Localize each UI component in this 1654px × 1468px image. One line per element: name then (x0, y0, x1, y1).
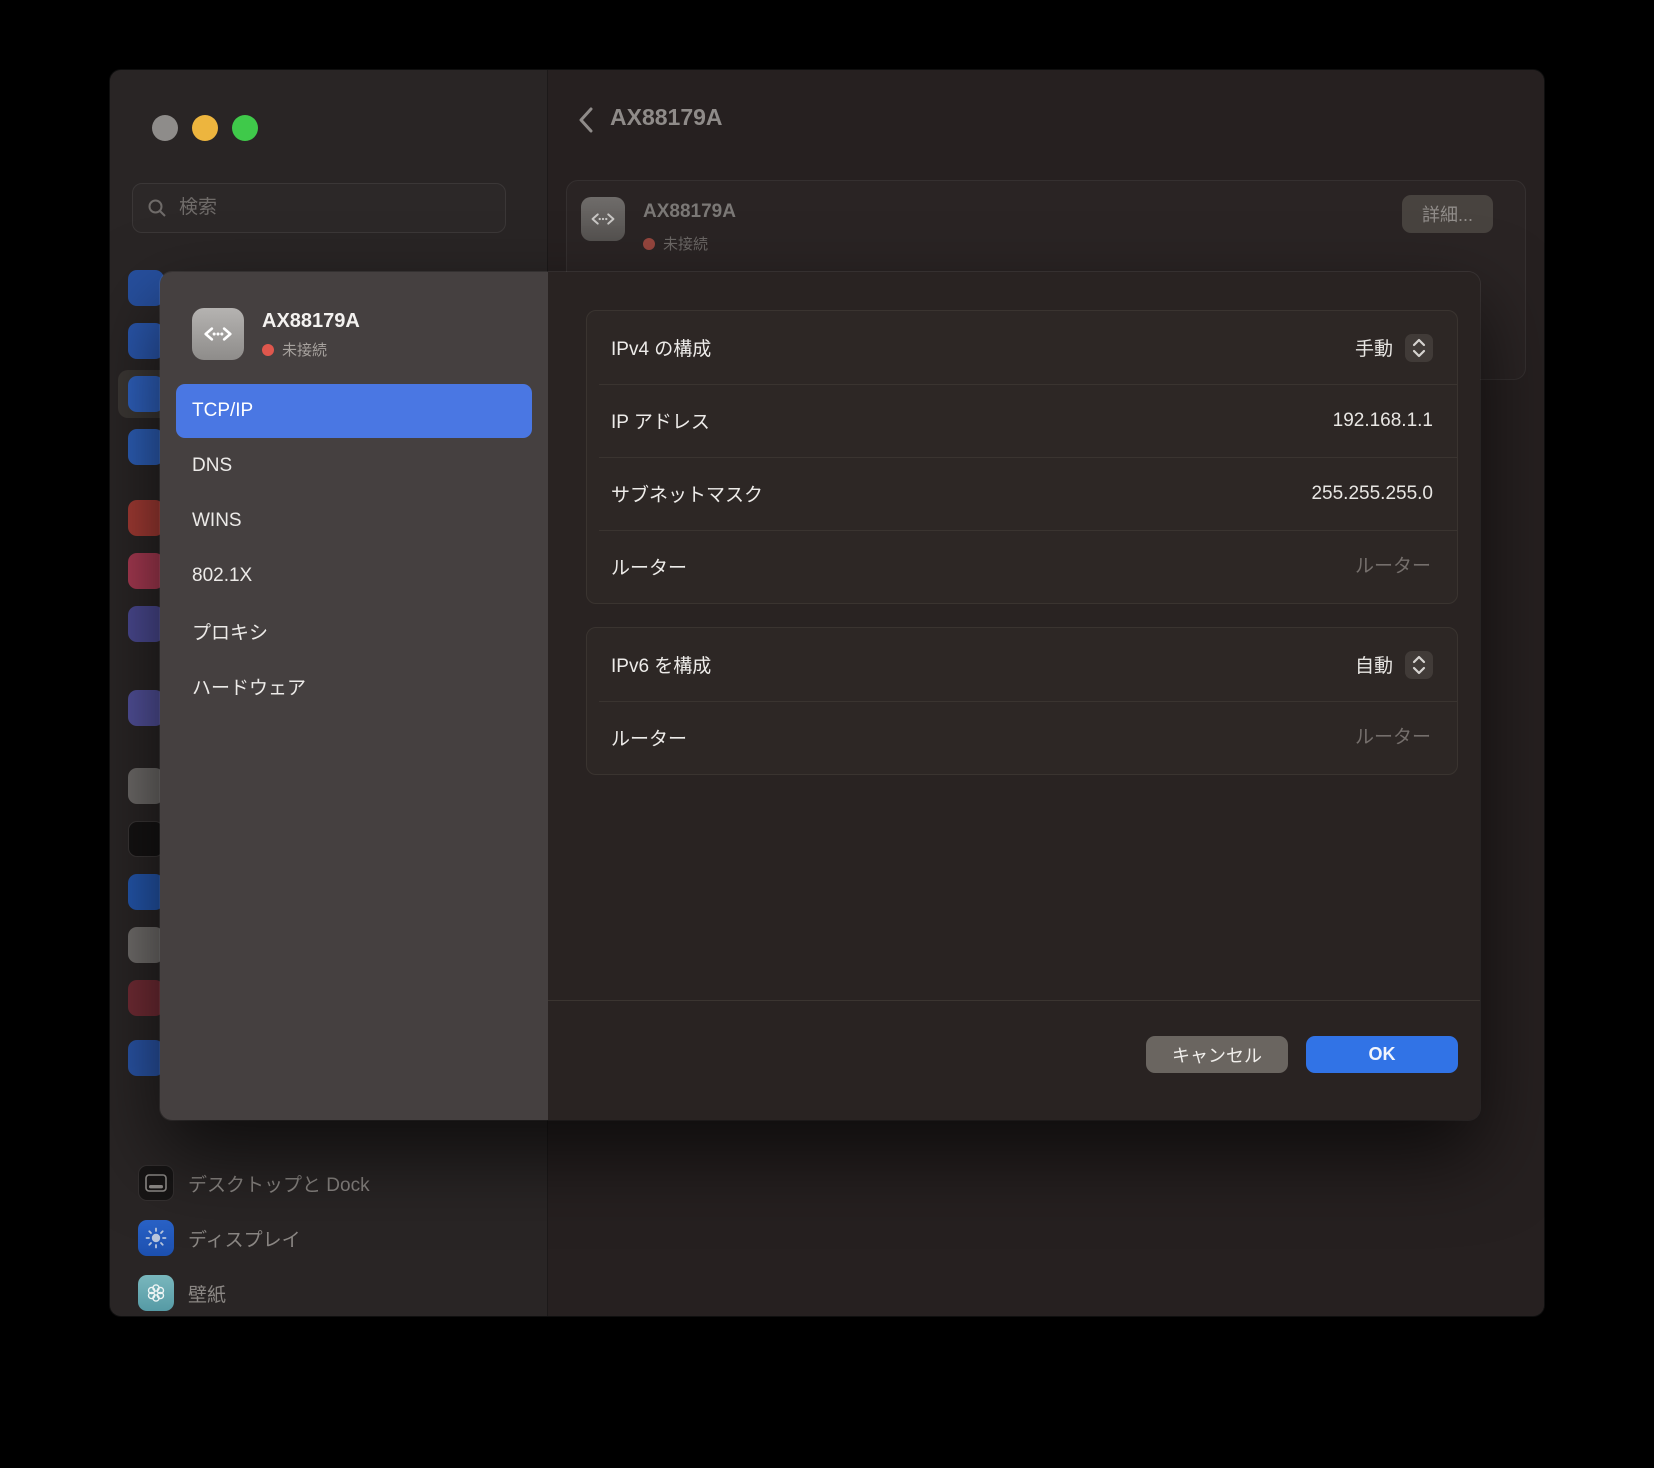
desktop-dock-icon (138, 1165, 174, 1201)
appearance-icon[interactable] (128, 821, 164, 857)
bluetooth-icon[interactable] (128, 323, 164, 359)
sheet-sidebar: AX88179A 未接続 TCP/IP DNS WINS 802.1X プロキシ… (160, 272, 548, 1120)
adapter-status: 未接続 (262, 339, 360, 360)
ipv6-router-row: ルーター (587, 701, 1457, 774)
ipv4-config-stepper[interactable] (1405, 334, 1433, 362)
status-text: 未接続 (663, 233, 708, 254)
sheet-adapter-header: AX88179A 未接続 (192, 308, 360, 360)
footer-divider (548, 1000, 1480, 1001)
ethernet-adapter-icon (581, 197, 625, 241)
page-title: AX88179A (610, 104, 723, 131)
ip-address-value[interactable]: 192.168.1.1 (1333, 410, 1433, 432)
tab-tcpip[interactable]: TCP/IP (176, 384, 532, 438)
screen-time-icon[interactable] (128, 690, 164, 726)
ipv4-config-value[interactable]: 手動 (1355, 334, 1393, 361)
status-text: 未接続 (282, 339, 327, 360)
general-icon[interactable] (128, 768, 164, 804)
vpn-icon[interactable] (128, 429, 164, 465)
sidebar-item-label: ディスプレイ (188, 1225, 301, 1252)
ipv6-config-value[interactable]: 自動 (1355, 651, 1393, 678)
chevron-left-icon (578, 106, 594, 134)
field-label: IPv4 の構成 (611, 334, 1355, 361)
subnet-mask-row: サブネットマスク 255.255.255.0 (587, 457, 1457, 530)
chevron-up-down-icon (1411, 337, 1427, 359)
tab-wins[interactable]: WINS (176, 494, 532, 548)
ok-button[interactable]: OK (1306, 1036, 1458, 1073)
sidebar-item-label: デスクトップと Dock (188, 1170, 370, 1197)
search-input[interactable] (177, 196, 491, 220)
ipv6-router-field[interactable] (1193, 726, 1433, 750)
subnet-mask-value[interactable]: 255.255.255.0 (1311, 483, 1433, 505)
field-label: ルーター (611, 724, 1193, 751)
sidebar-item-display[interactable]: ディスプレイ (138, 1220, 301, 1256)
wifi-icon[interactable] (128, 270, 164, 306)
page-header: AX88179A (548, 70, 1544, 170)
sidebar-item-desktop-dock[interactable]: デスクトップと Dock (138, 1165, 370, 1201)
ipv6-config-row: IPv6 を構成 自動 (587, 628, 1457, 701)
chevron-up-down-icon (1411, 654, 1427, 676)
accessibility-icon[interactable] (128, 874, 164, 910)
sheet-tab-list: TCP/IP DNS WINS 802.1X プロキシ ハードウェア (176, 384, 532, 714)
tab-dns[interactable]: DNS (176, 439, 532, 493)
field-label: サブネットマスク (611, 480, 1311, 507)
tab-proxies[interactable]: プロキシ (176, 604, 532, 658)
sidebar-item-label: 壁紙 (188, 1280, 226, 1307)
ipv6-group: IPv6 を構成 自動 ルーター (586, 627, 1458, 775)
back-button[interactable] (568, 100, 604, 140)
ipv4-group: IPv4 の構成 手動 IP アドレス 192.168.1.1 (586, 310, 1458, 604)
privacy-icon[interactable] (128, 1040, 164, 1076)
search-icon (147, 198, 167, 218)
adapter-status: 未接続 (643, 233, 708, 254)
siri-icon[interactable] (128, 980, 164, 1016)
sheet-footer: キャンセル OK (548, 1036, 1458, 1073)
zoom-button[interactable] (232, 115, 258, 141)
adapter-name: AX88179A (643, 201, 736, 223)
notifications-icon[interactable] (128, 500, 164, 536)
cancel-button[interactable]: キャンセル (1146, 1036, 1288, 1073)
sound-icon[interactable] (128, 553, 164, 589)
ethernet-adapter-icon (192, 308, 244, 360)
ipv4-router-field[interactable] (1193, 555, 1433, 579)
field-label: ルーター (611, 553, 1193, 580)
wallpaper-icon (138, 1275, 174, 1311)
field-label: IPv6 を構成 (611, 651, 1355, 678)
display-icon (138, 1220, 174, 1256)
field-label: IP アドレス (611, 407, 1333, 434)
focus-icon[interactable] (128, 606, 164, 642)
network-icon[interactable] (128, 376, 164, 412)
details-button[interactable]: 詳細... (1402, 195, 1493, 233)
control-center-icon[interactable] (128, 927, 164, 963)
ip-address-row: IP アドレス 192.168.1.1 (587, 384, 1457, 457)
search-field[interactable] (132, 183, 506, 233)
screen: デスクトップと Dock ディスプレイ (0, 0, 1654, 1468)
close-button[interactable] (152, 115, 178, 141)
ipv4-config-row: IPv4 の構成 手動 (587, 311, 1457, 384)
sidebar-item-wallpaper[interactable]: 壁紙 (138, 1275, 226, 1311)
ipv4-router-row: ルーター (587, 530, 1457, 603)
sheet-content: IPv4 の構成 手動 IP アドレス 192.168.1.1 (548, 272, 1480, 1120)
ipv6-config-stepper[interactable] (1405, 651, 1433, 679)
tcpip-sheet: AX88179A 未接続 TCP/IP DNS WINS 802.1X プロキシ… (160, 272, 1480, 1120)
tab-hardware[interactable]: ハードウェア (176, 659, 532, 713)
minimize-button[interactable] (192, 115, 218, 141)
adapter-name: AX88179A (262, 310, 360, 333)
status-dot (262, 344, 274, 356)
tab-8021x[interactable]: 802.1X (176, 549, 532, 603)
status-dot (643, 238, 655, 250)
traffic-lights (152, 115, 258, 141)
